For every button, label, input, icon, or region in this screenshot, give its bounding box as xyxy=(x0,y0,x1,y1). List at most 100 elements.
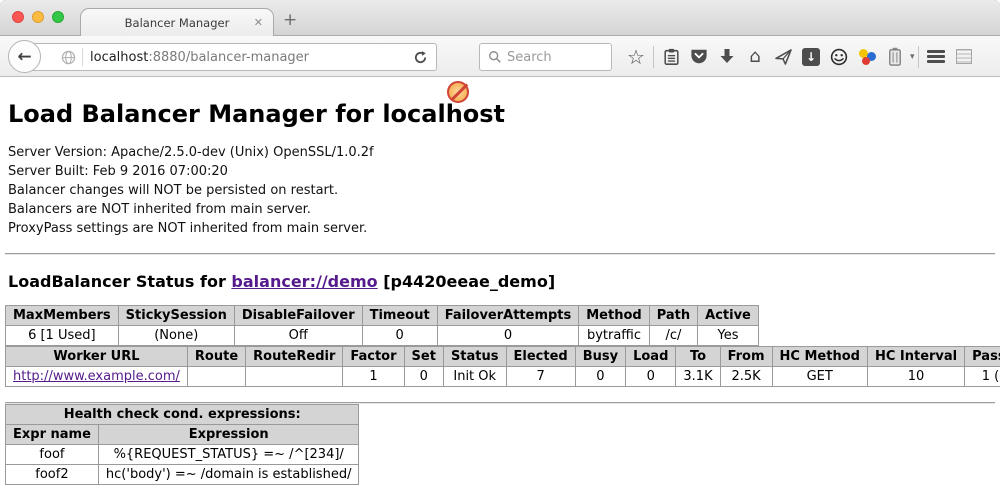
persist-notice-line: Balancer changes will NOT be persisted o… xyxy=(8,181,992,200)
flash-block-icon[interactable] xyxy=(447,81,469,103)
cell-set: 0 xyxy=(404,367,443,387)
extension-downloader-button[interactable]: ↓ xyxy=(797,43,825,71)
cell-status: Init Ok xyxy=(443,367,506,387)
tab-title: Balancer Manager xyxy=(125,16,230,30)
col-path: Path xyxy=(649,306,697,326)
cell-timeout: 0 xyxy=(362,326,437,346)
toolbar-separator xyxy=(918,46,919,68)
zoom-window-button[interactable] xyxy=(52,11,64,23)
close-window-button[interactable] xyxy=(12,11,24,23)
cell-stickysession: (None) xyxy=(118,326,234,346)
col-disablefailover: DisableFailover xyxy=(234,306,362,326)
col-routeredir: RouteRedir xyxy=(246,347,343,367)
toolbar-icons: ☆ ⌂ xyxy=(622,36,978,77)
proxypass-notice-line: ProxyPass settings are NOT inherited fro… xyxy=(8,219,992,238)
cell-disablefailover: Off xyxy=(234,326,362,346)
download-helper-icon: ↓ xyxy=(802,48,820,66)
url-separator xyxy=(82,48,83,66)
col-worker-url: Worker URL xyxy=(6,347,188,367)
balancer-demo-link[interactable]: balancer://demo xyxy=(231,272,377,291)
balancer-heading-suffix: [p4420eeae_demo] xyxy=(378,272,556,291)
table-row: 6 [1 Used] (None) Off 0 0 bytraffic /c/ … xyxy=(6,326,759,346)
balancer-heading-prefix: LoadBalancer Status for xyxy=(8,272,231,291)
cell-maxmembers: 6 [1 Used] xyxy=(6,326,119,346)
balancer-status-table: MaxMembers StickySession DisableFailover… xyxy=(5,305,759,346)
tab-balancer-manager[interactable]: Balancer Manager ✕ xyxy=(80,8,274,36)
cell-hc-method: GET xyxy=(772,367,867,387)
reload-icon[interactable] xyxy=(413,50,428,65)
col-from: From xyxy=(720,347,772,367)
flash-block-slash xyxy=(451,83,468,100)
url-text: localhost:8880/balancer-manager xyxy=(90,50,409,65)
cell-passes: 1 (0) xyxy=(965,367,1000,387)
bookmark-star-button[interactable]: ☆ xyxy=(622,43,650,71)
page-title: Load Balancer Manager for localhost xyxy=(8,100,992,128)
col-stickysession: StickySession xyxy=(118,306,234,326)
col-failoverattempts: FailoverAttempts xyxy=(437,306,579,326)
menu-button[interactable] xyxy=(922,43,950,71)
paper-plane-icon xyxy=(775,49,792,65)
cell-elected: 7 xyxy=(506,367,575,387)
worker-url-link[interactable]: http://www.example.com/ xyxy=(13,369,180,384)
pocket-icon xyxy=(690,48,708,65)
col-hc-method: HC Method xyxy=(772,347,867,367)
grid-icon xyxy=(956,49,972,64)
minimize-window-button[interactable] xyxy=(32,11,44,23)
cell-worker-url: http://www.example.com/ xyxy=(6,367,188,387)
table-header-row: Worker URL Route RouteRedir Factor Set S… xyxy=(6,347,1000,367)
titlebar: Balancer Manager ✕ + xyxy=(0,0,1000,36)
download-arrow-icon xyxy=(719,48,735,65)
col-busy: Busy xyxy=(575,347,625,367)
search-icon xyxy=(488,50,502,64)
home-button[interactable]: ⌂ xyxy=(741,43,769,71)
overflow-caret-icon[interactable]: ▾ xyxy=(910,52,915,62)
video-helper-button[interactable] xyxy=(853,43,881,71)
globe-icon xyxy=(61,50,76,65)
battery-extension-button[interactable] xyxy=(881,43,909,71)
col-route: Route xyxy=(187,347,245,367)
server-version-line: Server Version: Apache/2.5.0-dev (Unix) … xyxy=(8,143,992,162)
col-active: Active xyxy=(698,306,759,326)
back-button[interactable]: ← xyxy=(8,40,41,73)
cell-failoverattempts: 0 xyxy=(437,326,579,346)
toolbar-separator xyxy=(653,46,654,68)
downloads-button[interactable] xyxy=(713,43,741,71)
new-tab-button[interactable]: + xyxy=(283,12,297,29)
page-content: Load Balancer Manager for localhost Serv… xyxy=(0,77,1000,491)
col-hc-interval: HC Interval xyxy=(867,347,964,367)
col-timeout: Timeout xyxy=(362,306,437,326)
send-tab-button[interactable] xyxy=(769,43,797,71)
tab-close-icon[interactable]: ✕ xyxy=(254,16,263,29)
page-tiles-button[interactable] xyxy=(950,43,978,71)
balancer-heading: LoadBalancer Status for balancer://demo … xyxy=(8,272,992,291)
feedback-button[interactable] xyxy=(825,43,853,71)
smiley-icon xyxy=(830,48,848,66)
cell-expression: %{REQUEST_STATUS} =~ /^[234]/ xyxy=(98,445,359,465)
table-row: foof %{REQUEST_STATUS} =~ /^[234]/ xyxy=(6,445,359,465)
url-bar[interactable]: localhost:8880/balancer-manager xyxy=(24,43,437,71)
table-row: foof2 hc('body') =~ /domain is establish… xyxy=(6,465,359,485)
browser-window: Balancer Manager ✕ + ← localhost:8880/ba… xyxy=(0,0,1000,491)
cell-factor: 1 xyxy=(343,367,404,387)
cell-to: 3.1K xyxy=(676,367,720,387)
navigation-toolbar: ← localhost:8880/balancer-manager Se xyxy=(0,36,1000,77)
colored-dots-icon xyxy=(858,48,876,66)
col-method: Method xyxy=(579,306,649,326)
col-expr-name: Expr name xyxy=(6,425,99,445)
table-header-row: Expr name Expression xyxy=(6,425,359,445)
cell-hc-interval: 10 xyxy=(867,367,964,387)
battery-icon xyxy=(888,47,902,66)
url-domain: localhost xyxy=(90,50,148,65)
back-arrow-icon: ← xyxy=(17,47,31,67)
col-maxmembers: MaxMembers xyxy=(6,306,119,326)
search-input[interactable]: Search xyxy=(479,43,612,71)
cell-expression: hc('body') =~ /domain is established/ xyxy=(98,465,359,485)
col-to: To xyxy=(676,347,720,367)
cell-from: 2.5K xyxy=(720,367,772,387)
pocket-button[interactable] xyxy=(685,43,713,71)
white-down-arrow: ↓ xyxy=(806,50,816,64)
reading-list-button[interactable] xyxy=(657,43,685,71)
search-placeholder: Search xyxy=(507,50,552,65)
col-passes: Passes xyxy=(965,347,1000,367)
cell-expr-name: foof2 xyxy=(6,465,99,485)
